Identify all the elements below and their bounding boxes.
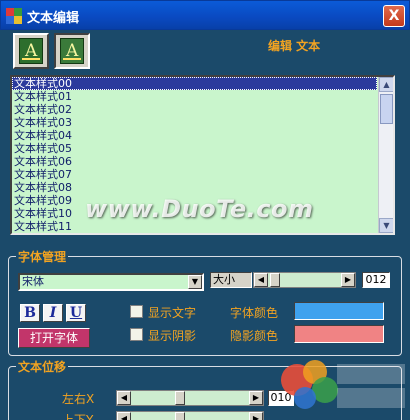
size-slider-thumb[interactable] [270,273,280,287]
scroll-down-arrow-icon[interactable]: ▼ [379,218,393,233]
offset-group-title: 文本位移 [16,358,69,375]
font-group-title: 字体管理 [16,248,69,265]
size-value[interactable]: 012 [362,272,390,288]
lr-label: 左右X [62,392,95,406]
ud-label: 上下Y [62,413,94,420]
italic-button[interactable]: I [43,304,63,322]
underline-button[interactable]: U [66,304,86,322]
window-title: 文本编辑 [27,11,80,26]
left-arrow-icon[interactable]: ◀ [117,391,131,405]
show-shadow-label: 显示阴影 [148,329,197,343]
show-text-label: 显示文字 [148,306,197,320]
text-style-icon: A [19,38,43,64]
ud-slider[interactable]: ◀ ▶ [116,411,264,420]
list-item[interactable]: 文本样式03 [12,116,377,129]
right-arrow-icon[interactable]: ▶ [341,273,355,287]
open-font-button[interactable]: 打开字体 [18,328,90,348]
scroll-thumb[interactable] [380,94,393,124]
right-arrow-icon[interactable]: ▶ [249,391,263,405]
list-item[interactable]: 文本样式00 [12,77,377,90]
shadow-color-swatch[interactable] [294,325,384,343]
size-slider[interactable]: ◀ ▶ [253,272,356,288]
list-item[interactable]: 文本样式01 [12,90,377,103]
lr-slider[interactable]: ◀ ▶ [116,390,264,406]
app-icon [6,8,22,24]
list-item[interactable]: 文本样式05 [12,142,377,155]
font-name-select[interactable]: 宋体 ▼ [18,273,204,291]
show-text-checkbox[interactable] [130,305,143,318]
close-button[interactable]: X [383,5,405,27]
text-style-pressed-icon: A [60,38,84,64]
list-item[interactable]: 文本样式07 [12,168,377,181]
text-style-pressed-button[interactable]: A [54,33,90,69]
list-item[interactable]: 文本样式04 [12,129,377,142]
left-arrow-icon[interactable]: ◀ [117,412,131,420]
title-bar: 文本编辑 X [0,0,410,30]
list-item[interactable]: 文本样式06 [12,155,377,168]
bold-button[interactable]: B [20,304,40,322]
font-name-value: 宋体 [22,275,44,288]
close-icon: X [388,8,400,24]
list-item[interactable]: 文本样式08 [12,181,377,194]
lr-slider-thumb[interactable] [175,391,185,405]
scroll-up-arrow-icon[interactable]: ▲ [379,77,393,92]
ud-slider-thumb[interactable] [175,412,185,420]
chevron-down-icon[interactable]: ▼ [188,275,202,289]
list-item[interactable]: 文本样式02 [12,103,377,116]
shadow-color-label: 隐影颜色 [230,329,279,343]
font-color-label: 字体颜色 [230,306,279,320]
size-label: 大小 [210,272,252,288]
show-shadow-checkbox[interactable] [130,328,143,341]
left-arrow-icon[interactable]: ◀ [254,273,268,287]
text-style-button[interactable]: A [13,33,49,69]
site-logo-icon [281,360,405,409]
right-arrow-icon[interactable]: ▶ [249,412,263,420]
font-color-swatch[interactable] [294,302,384,320]
edit-text-label: 编辑 文本 [268,39,321,53]
list-scrollbar[interactable]: ▲ ▼ [378,77,393,233]
watermark: www.DuoTe.com [85,195,314,223]
